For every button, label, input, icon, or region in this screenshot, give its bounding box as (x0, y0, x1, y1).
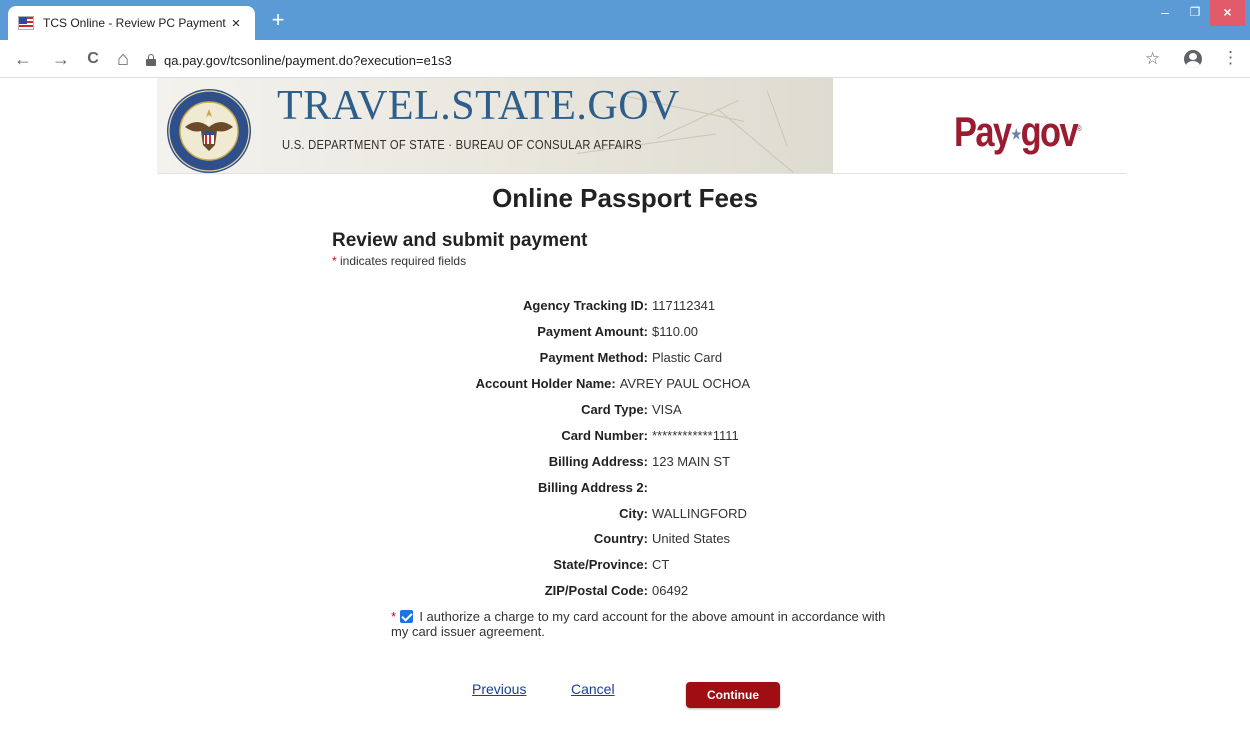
detail-label: Account Holder Name: (475, 376, 616, 392)
new-tab-button[interactable]: + (266, 8, 290, 32)
continue-button[interactable]: Continue (686, 682, 780, 708)
payment-details-list: Agency Tracking ID: 117112341 Payment Amo… (330, 293, 750, 604)
tab-close-icon[interactable]: × (227, 15, 245, 32)
detail-value: United States (652, 531, 731, 547)
detail-label: Country: (593, 531, 648, 547)
detail-row-city: City: WALLINGFORD (330, 500, 750, 526)
detail-label: Billing Address 2: (537, 479, 648, 495)
window-maximize-button[interactable]: ❐ (1180, 0, 1210, 26)
window-close-button[interactable]: × (1210, 0, 1245, 26)
site-title: TRAVEL.STATE.GOV (277, 83, 680, 129)
detail-row-card-number: Card Number: ************1111 (330, 422, 750, 448)
authorization-text: I authorize a charge to my card account … (391, 609, 886, 639)
detail-value: AVREY PAUL OCHOA (619, 376, 750, 392)
browser-tab[interactable]: TCS Online - Review PC Payment × (8, 6, 255, 40)
detail-value: 117112341 (652, 298, 716, 314)
lock-icon[interactable] (146, 54, 156, 66)
detail-label: Payment Amount: (537, 324, 648, 340)
home-icon[interactable]: ⌂ (112, 49, 134, 71)
detail-value: VISA (652, 402, 682, 417)
detail-row-country: Country: United States (330, 526, 750, 552)
forward-icon[interactable]: → (50, 49, 72, 71)
browser-tabstrip: TCS Online - Review PC Payment × + – ❐ × (0, 0, 1250, 40)
required-star: * (391, 609, 397, 624)
page-title: Online Passport Fees (492, 183, 758, 213)
detail-label: ZIP/Postal Code: (544, 583, 648, 599)
tab-title: TCS Online - Review PC Payment (43, 16, 226, 30)
detail-row-payment-amount: Payment Amount: $110.00 (330, 319, 750, 345)
detail-value: 06492 (652, 583, 689, 599)
detail-row-billing-address-2: Billing Address 2: (330, 474, 750, 500)
authorize-charge-checkbox[interactable] (399, 610, 413, 623)
paygov-logo: Pay★gov® (954, 108, 1082, 155)
address-bar-url[interactable]: qa.pay.gov/tcsonline/payment.do?executio… (164, 53, 452, 68)
detail-label: Payment Method: (539, 350, 648, 366)
detail-value: 123 MAIN ST (652, 453, 731, 469)
detail-row-card-type: Card Type: VISA (330, 397, 750, 423)
detail-value: ************1111 (652, 427, 739, 443)
required-fields-note: * indicates required fields (332, 254, 467, 268)
browser-toolbar: ← → C ⌂ qa.pay.gov/tcsonline/payment.do?… (0, 40, 1250, 78)
detail-row-payment-method: Payment Method: Plastic Card (330, 345, 750, 371)
detail-label: Billing Address: (548, 453, 648, 469)
reload-icon[interactable]: C (82, 49, 104, 71)
detail-label: Card Number: (561, 427, 648, 443)
detail-value: $110.00 (652, 324, 699, 340)
site-subtitle: U.S. DEPARTMENT OF STATE · BUREAU OF CON… (282, 137, 642, 152)
travel-state-gov-banner: TRAVEL.STATE.GOV U.S. DEPARTMENT OF STAT… (157, 78, 833, 173)
authorization-agreement: * I authorize a charge to my card accoun… (391, 609, 901, 639)
profile-avatar-icon[interactable] (1184, 50, 1202, 68)
detail-label: State/Province: (553, 557, 648, 573)
page-scrollbar[interactable] (1236, 78, 1250, 740)
detail-row-billing-address: Billing Address: 123 MAIN ST (330, 448, 750, 474)
detail-value: Plastic Card (652, 350, 723, 366)
browser-menu-icon[interactable]: ⋮ (1222, 48, 1239, 68)
detail-label: Agency Tracking ID: (523, 298, 648, 314)
detail-value: CT (652, 557, 670, 573)
detail-row-zip-postal-code: ZIP/Postal Code: 06492 (330, 578, 750, 604)
bookmark-star-icon[interactable]: ☆ (1145, 49, 1160, 69)
department-of-state-seal-icon (167, 89, 251, 173)
back-icon[interactable]: ← (12, 49, 34, 71)
window-minimize-button[interactable]: – (1150, 0, 1180, 26)
detail-row-agency-tracking-id: Agency Tracking ID: 117112341 (330, 293, 750, 319)
section-heading: Review and submit payment (332, 230, 588, 251)
site-header-banner: TRAVEL.STATE.GOV U.S. DEPARTMENT OF STAT… (157, 78, 1127, 174)
cancel-link[interactable]: Cancel (571, 681, 615, 697)
detail-label: Card Type: (581, 402, 648, 417)
previous-link[interactable]: Previous (472, 681, 526, 697)
detail-label: City: (619, 505, 648, 521)
address-bar[interactable]: qa.pay.gov/tcsonline/payment.do?executio… (146, 47, 1146, 73)
us-flag-icon (18, 16, 34, 30)
detail-row-state-province: State/Province: CT (330, 552, 750, 578)
detail-value: WALLINGFORD (652, 505, 747, 521)
paygov-star-icon: ★ (1011, 126, 1021, 143)
detail-row-account-holder-name: Account Holder Name: AVREY PAUL OCHOA (330, 371, 750, 397)
